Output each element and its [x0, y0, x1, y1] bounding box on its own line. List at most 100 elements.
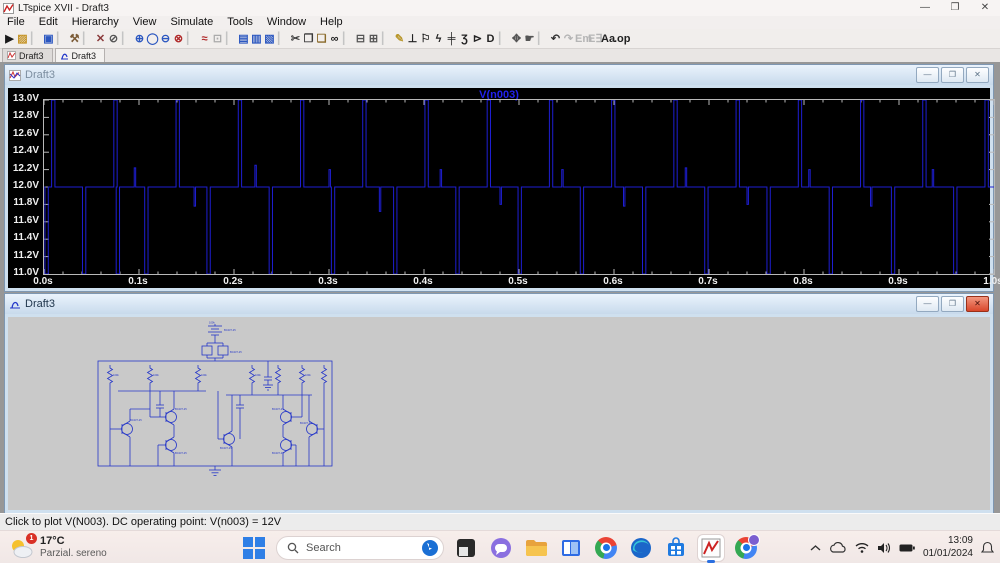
- volume-icon[interactable]: [877, 542, 891, 554]
- clock[interactable]: 13:09 01/01/2024: [923, 535, 973, 560]
- svg-text:100k: 100k: [153, 373, 159, 377]
- window-minimize-button[interactable]: —: [910, 0, 940, 16]
- plot-pane-button[interactable]: ⊡: [211, 30, 224, 48]
- tray-time: 13:09: [923, 535, 973, 548]
- control-panel-button[interactable]: ⚒: [68, 30, 81, 48]
- cascade-button[interactable]: ▧: [263, 30, 276, 48]
- edge-icon[interactable]: [628, 535, 654, 561]
- plot-settings-button[interactable]: ≈: [198, 30, 211, 48]
- diode-button[interactable]: ⊳: [471, 30, 484, 48]
- tab-waveform-draft3[interactable]: Draft3: [2, 48, 53, 62]
- svg-text:BC237-25: BC237-25: [230, 350, 242, 354]
- ground-button[interactable]: ⊥: [406, 30, 419, 48]
- menu-hierarchy[interactable]: Hierarchy: [65, 16, 126, 29]
- drag-button[interactable]: ☛: [523, 30, 536, 48]
- move-button[interactable]: ✥: [510, 30, 523, 48]
- menu-window[interactable]: Window: [260, 16, 313, 29]
- weather-widget[interactable]: 1 17°C Parzial. sereno: [8, 531, 107, 563]
- zoom-out-button[interactable]: ⊖: [159, 30, 172, 48]
- start-button[interactable]: [241, 535, 267, 561]
- chat-app-icon[interactable]: [488, 535, 514, 561]
- redo-button[interactable]: ↷: [562, 30, 575, 48]
- text-button[interactable]: Aa: [601, 30, 614, 48]
- zoom-back-button[interactable]: ◯: [146, 30, 159, 48]
- svg-text:100k: 100k: [255, 373, 261, 377]
- file-explorer-icon[interactable]: [523, 535, 549, 561]
- tray-chevron-icon[interactable]: [810, 544, 821, 552]
- battery-icon[interactable]: [899, 543, 915, 553]
- waveform-tab-icon: [7, 51, 16, 60]
- waveform-restore-button[interactable]: ❐: [941, 67, 964, 83]
- print-button[interactable]: ⊟: [354, 30, 367, 48]
- waveform-plot[interactable]: V(n003) 13.0V12.8V12.6V12.4V12.2V12.0V11…: [8, 88, 990, 288]
- app-titlebar: LTspice XVII - Draft3 — ❐ ✕: [0, 0, 1000, 16]
- mdi-area: Draft3 — ❐ ✕ V(n003) 13.0V12.8V12.6V12.4…: [0, 62, 1000, 513]
- chrome-profile-icon[interactable]: [733, 535, 759, 561]
- zoom-full-extents-button[interactable]: ⊗: [172, 30, 185, 48]
- find-button[interactable]: ∞: [328, 30, 341, 48]
- ltspice-taskbar-icon[interactable]: [698, 535, 724, 561]
- transistor-q4: [218, 391, 235, 466]
- x-tick-label: 0.9s: [888, 276, 907, 287]
- halt-button[interactable]: ✕: [94, 30, 107, 48]
- search-placeholder: Search: [306, 542, 414, 554]
- toolbar-separator: ▏: [224, 30, 237, 48]
- menu-tools[interactable]: Tools: [220, 16, 260, 29]
- undo-button[interactable]: ↶: [549, 30, 562, 48]
- y-axis: 13.0V12.8V12.6V12.4V12.2V12.0V11.8V11.6V…: [8, 99, 41, 273]
- search-box[interactable]: Search: [276, 536, 444, 560]
- paste-button[interactable]: ❑: [315, 30, 328, 48]
- tab-label: Draft3: [72, 51, 97, 61]
- cut-button[interactable]: ✂: [289, 30, 302, 48]
- waveform-window-titlebar[interactable]: Draft3 — ❐ ✕: [5, 65, 993, 85]
- menu-simulate[interactable]: Simulate: [163, 16, 220, 29]
- menu-file[interactable]: File: [0, 16, 32, 29]
- tile-vertical-button[interactable]: ▥: [250, 30, 263, 48]
- menu-help[interactable]: Help: [313, 16, 350, 29]
- rotate-button[interactable]: Em: [575, 30, 588, 48]
- schematic-minimize-button[interactable]: —: [916, 296, 939, 312]
- x-tick-label: 0.5s: [508, 276, 527, 287]
- onedrive-cloud-icon[interactable]: [829, 542, 847, 554]
- zoom-in-button[interactable]: ⊕: [133, 30, 146, 48]
- microsoft-store-icon[interactable]: [663, 535, 689, 561]
- spice-directive-button[interactable]: .op: [614, 30, 627, 48]
- window-restore-button[interactable]: ❐: [940, 0, 970, 16]
- schematic-canvas[interactable]: 100k BC237-25 BC237-25: [8, 317, 990, 510]
- waveform-window-title: Draft3: [25, 69, 55, 81]
- schematic-restore-button[interactable]: ❐: [941, 296, 964, 312]
- wifi-icon[interactable]: [855, 542, 869, 553]
- waveform-window: Draft3 — ❐ ✕ V(n003) 13.0V12.8V12.6V12.4…: [4, 64, 994, 292]
- schematic-close-button[interactable]: ✕: [966, 296, 989, 312]
- pause-button[interactable]: ⊘: [107, 30, 120, 48]
- menu-view[interactable]: View: [126, 16, 164, 29]
- transistor-q6: [281, 433, 297, 466]
- save-button[interactable]: ▣: [42, 30, 55, 48]
- waveform-close-button[interactable]: ✕: [966, 67, 989, 83]
- tile-horizontal-button[interactable]: ▤: [237, 30, 250, 48]
- print-preview-button[interactable]: ⊞: [367, 30, 380, 48]
- wire-button[interactable]: ✎: [393, 30, 406, 48]
- window-close-button[interactable]: ✕: [970, 0, 1000, 16]
- y-tick-label: 12.2V: [13, 163, 39, 174]
- mirror-button[interactable]: E∃: [588, 30, 601, 48]
- notification-bell-icon[interactable]: [981, 541, 994, 555]
- component-button[interactable]: D: [484, 30, 497, 48]
- label-net-button[interactable]: ⚐: [419, 30, 432, 48]
- resistor-button[interactable]: ϟ: [432, 30, 445, 48]
- x-tick-label: 1.0s: [983, 276, 1000, 287]
- dark-window-app-icon[interactable]: [453, 535, 479, 561]
- chrome-icon[interactable]: [593, 535, 619, 561]
- app-window-icon[interactable]: [558, 535, 584, 561]
- capacitor-button[interactable]: ╪: [445, 30, 458, 48]
- schematic-window-titlebar[interactable]: Draft3 — ❐ ✕: [5, 294, 993, 314]
- tab-schematic-draft3[interactable]: Draft3: [55, 48, 106, 62]
- waveform-minimize-button[interactable]: —: [916, 67, 939, 83]
- profile-badge: [748, 534, 760, 546]
- inductor-button[interactable]: Ʒ: [458, 30, 471, 48]
- run-button[interactable]: ▶: [3, 30, 16, 48]
- menu-edit[interactable]: Edit: [32, 16, 65, 29]
- copy-button[interactable]: ❐: [302, 30, 315, 48]
- svg-text:BC237-25: BC237-25: [300, 421, 312, 425]
- open-button[interactable]: ▨: [16, 30, 29, 48]
